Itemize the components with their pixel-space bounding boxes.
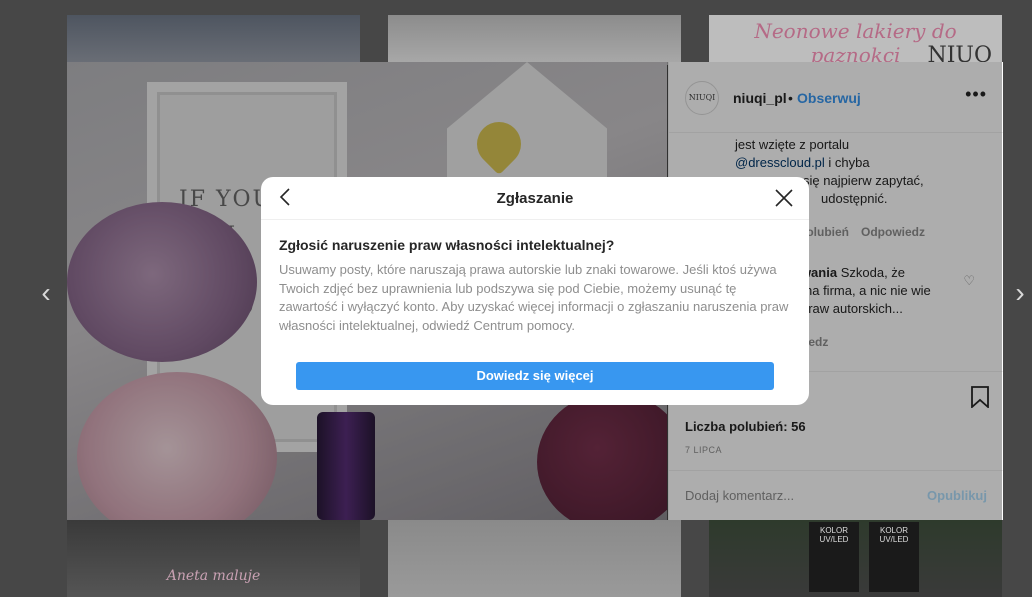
grid-thumbnail[interactable] <box>67 15 360 65</box>
grid-thumbnail[interactable]: KOLOR UV/LED KOLOR UV/LED <box>709 520 1002 597</box>
grid-thumbnail[interactable] <box>388 520 681 597</box>
previous-post-arrow-icon[interactable]: ‹ <box>34 278 58 308</box>
dialog-description: Usuwamy posty, które naruszają prawa aut… <box>279 262 789 333</box>
learn-more-button[interactable]: Dowiedz się więcej <box>296 362 774 390</box>
dialog-header: Zgłaszanie <box>261 177 809 220</box>
report-dialog: Zgłaszanie Zgłosić naruszenie praw własn… <box>261 177 809 405</box>
thumbnail-product-label: KOLOR UV/LED <box>869 522 919 592</box>
grid-thumbnail[interactable]: Aneta maluje <box>67 520 360 597</box>
close-icon[interactable] <box>773 187 795 209</box>
grid-thumbnail[interactable]: Neonowe lakiery do paznokci NIUQ <box>709 15 1002 65</box>
thumbnail-product-label: KOLOR UV/LED <box>809 522 859 592</box>
thumbnail-signature: Aneta maluje <box>166 568 261 584</box>
dialog-question: Zgłosić naruszenie praw własności intele… <box>279 237 615 253</box>
next-post-arrow-icon[interactable]: › <box>1008 278 1032 308</box>
grid-thumbnail[interactable] <box>388 15 681 65</box>
dialog-title: Zgłaszanie <box>496 190 574 207</box>
